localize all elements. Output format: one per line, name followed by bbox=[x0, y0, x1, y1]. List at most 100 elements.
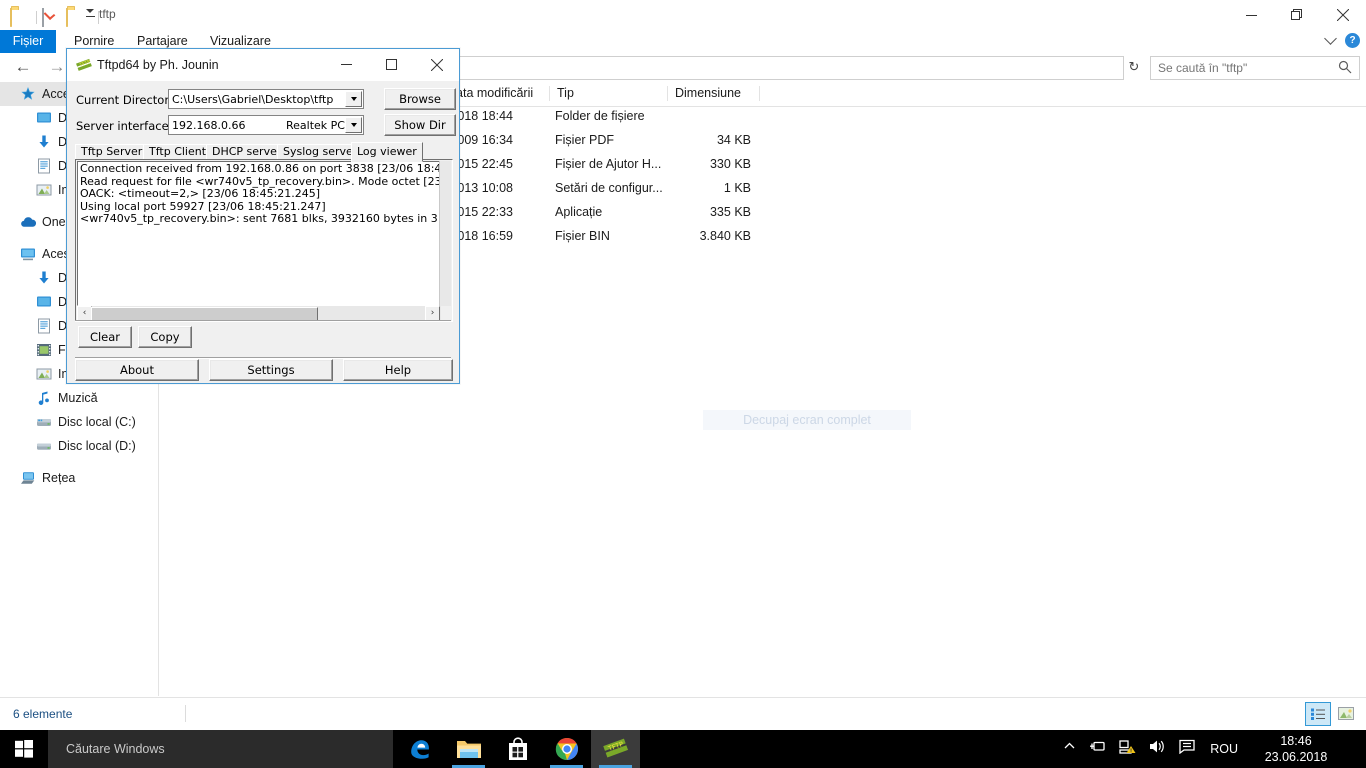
show-desktop-button[interactable] bbox=[1358, 730, 1366, 768]
tftpd-close-button[interactable] bbox=[414, 49, 459, 80]
help-button[interactable]: Help bbox=[343, 359, 453, 381]
search-icon bbox=[1338, 60, 1352, 79]
sidebar-item-re-ea[interactable]: Rețea bbox=[0, 466, 158, 490]
chevron-down-icon[interactable] bbox=[345, 91, 362, 107]
microsoft-store-icon bbox=[508, 737, 527, 760]
scroll-right-arrow-icon[interactable]: › bbox=[425, 305, 440, 321]
taskbar-app-store[interactable] bbox=[493, 730, 542, 768]
tftpd-tabstrip: Tftp Server Tftp Client DHCP server Sysl… bbox=[75, 142, 451, 162]
taskbar-search-box[interactable]: Căutare Windows bbox=[48, 730, 393, 768]
details-view-button[interactable] bbox=[1305, 702, 1331, 726]
server-interfaces-combo[interactable]: 192.168.0.66 Realtek PC bbox=[168, 115, 364, 135]
drive-d-icon bbox=[36, 438, 52, 454]
sidebar-item-muzic[interactable]: Muzică bbox=[0, 386, 158, 410]
server-interface-ip: 192.168.0.66 bbox=[172, 118, 246, 132]
copy-button[interactable]: Copy bbox=[138, 326, 192, 348]
qat-folder-button[interactable] bbox=[10, 5, 29, 27]
chrome-icon bbox=[555, 737, 578, 760]
window-title: tftp bbox=[99, 7, 116, 21]
tftpd-minimize-button[interactable] bbox=[324, 49, 369, 80]
tftpd-maximize-button[interactable] bbox=[369, 49, 414, 80]
folder-icon bbox=[10, 7, 26, 27]
taskbar: Căutare Windows TFTP ROU 18:46 23.06.201… bbox=[0, 730, 1366, 768]
desktop-icon bbox=[36, 294, 52, 310]
clock-time: 18:46 bbox=[1280, 734, 1312, 748]
cell-type: Folder de fișiere bbox=[555, 109, 645, 123]
column-header-type[interactable]: Tip bbox=[557, 82, 574, 105]
volume-icon[interactable] bbox=[1149, 739, 1166, 759]
help-icon[interactable]: ? bbox=[1345, 33, 1360, 48]
sidebar-item-disc-local-c[interactable]: Disc local (C:) bbox=[0, 410, 158, 434]
scroll-left-arrow-icon[interactable]: ‹ bbox=[77, 305, 92, 321]
back-button[interactable]: ← bbox=[8, 53, 38, 81]
file-explorer-icon bbox=[456, 741, 481, 758]
qat-separator-1 bbox=[31, 5, 42, 25]
explorer-titlebar: tftp bbox=[0, 0, 1366, 30]
tftpd64-icon: TFTP bbox=[602, 738, 628, 758]
taskbar-app-edge[interactable] bbox=[395, 730, 444, 768]
sidebar-item-label: Disc local (C:) bbox=[58, 415, 136, 429]
column-header-size[interactable]: Dimensiune bbox=[675, 82, 741, 105]
status-item-count: 6 elemente bbox=[13, 707, 73, 721]
log-horizontal-scrollbar[interactable]: ‹ › bbox=[77, 305, 441, 321]
taskbar-app-file-explorer[interactable] bbox=[444, 730, 493, 768]
start-button[interactable] bbox=[0, 730, 48, 768]
star-icon bbox=[20, 86, 36, 102]
cell-type: Fișier de Ajutor H... bbox=[555, 157, 662, 171]
tab-log-viewer[interactable]: Log viewer bbox=[351, 142, 423, 162]
settings-button[interactable]: Settings bbox=[209, 359, 333, 381]
search-input[interactable]: Se caută în "tftp" bbox=[1150, 56, 1360, 80]
restore-button[interactable] bbox=[1274, 0, 1320, 30]
scroll-thumb[interactable] bbox=[91, 307, 318, 321]
documents-icon bbox=[36, 158, 52, 174]
network-warning-icon[interactable] bbox=[1119, 739, 1136, 759]
new-folder-icon bbox=[66, 7, 82, 27]
current-directory-value: C:\Users\Gabriel\Desktop\tftp bbox=[172, 92, 334, 106]
log-text-area[interactable]: Connection received from 192.168.0.86 on… bbox=[77, 161, 443, 306]
chevron-down-icon[interactable] bbox=[345, 117, 362, 133]
qat-new-folder-button[interactable] bbox=[66, 5, 85, 27]
thispc-icon bbox=[20, 246, 36, 262]
language-indicator[interactable]: ROU bbox=[1210, 742, 1238, 756]
close-button[interactable] bbox=[1320, 0, 1366, 30]
clear-button[interactable]: Clear bbox=[78, 326, 132, 348]
taskbar-app-tftpd64[interactable]: TFTP bbox=[591, 730, 640, 768]
sidebar-item-label: Muzică bbox=[58, 391, 98, 405]
chevron-up-icon[interactable] bbox=[1324, 32, 1337, 45]
sidebar-item-disc-local-d[interactable]: Disc local (D:) bbox=[0, 434, 158, 458]
cell-type: Setări de configur... bbox=[555, 181, 663, 195]
status-bar: 6 elemente bbox=[0, 697, 1366, 731]
minimize-button[interactable] bbox=[1228, 0, 1274, 30]
network-icon bbox=[20, 470, 36, 486]
tftpd64-titlebar[interactable]: TFTP Tftpd64 by Ph. Jounin bbox=[67, 49, 459, 81]
taskbar-app-chrome[interactable] bbox=[542, 730, 591, 768]
documents-icon bbox=[36, 318, 52, 334]
current-directory-combo[interactable]: C:\Users\Gabriel\Desktop\tftp bbox=[168, 89, 364, 109]
sidebar-item-label: Disc local (D:) bbox=[58, 439, 136, 453]
server-interfaces-label: Server interfaces bbox=[76, 119, 175, 133]
start-icon bbox=[15, 740, 33, 758]
tab-fisier[interactable]: Fișier bbox=[0, 30, 56, 53]
desktop-icon bbox=[36, 110, 52, 126]
system-tray: ROU bbox=[1063, 730, 1238, 768]
refresh-button[interactable]: ↻ bbox=[1122, 56, 1146, 78]
show-hidden-icons-button[interactable] bbox=[1063, 740, 1076, 758]
browse-button[interactable]: Browse bbox=[384, 88, 456, 110]
show-dir-button[interactable]: Show Dir bbox=[384, 114, 456, 136]
qat-properties-button[interactable] bbox=[42, 5, 61, 27]
cell-type: Fișier BIN bbox=[555, 229, 610, 243]
video-icon bbox=[36, 342, 52, 358]
search-placeholder: Se caută în "tftp" bbox=[1158, 61, 1248, 75]
action-center-icon[interactable] bbox=[1179, 739, 1197, 759]
clock[interactable]: 18:46 23.06.2018 bbox=[1248, 733, 1344, 765]
cell-size: 335 KB bbox=[709, 205, 751, 219]
log-vertical-scrollbar[interactable] bbox=[439, 161, 451, 306]
pictures-icon bbox=[36, 366, 52, 382]
about-button[interactable]: About bbox=[75, 359, 199, 381]
music-icon bbox=[36, 390, 52, 406]
taskbar-search-placeholder: Căutare Windows bbox=[66, 742, 165, 756]
log-line: OACK: <timeout=2,> [23/06 18:45:21.245] bbox=[80, 187, 321, 201]
download-icon bbox=[36, 270, 52, 286]
usb-icon[interactable] bbox=[1089, 739, 1106, 759]
large-icons-view-button[interactable] bbox=[1334, 702, 1358, 724]
